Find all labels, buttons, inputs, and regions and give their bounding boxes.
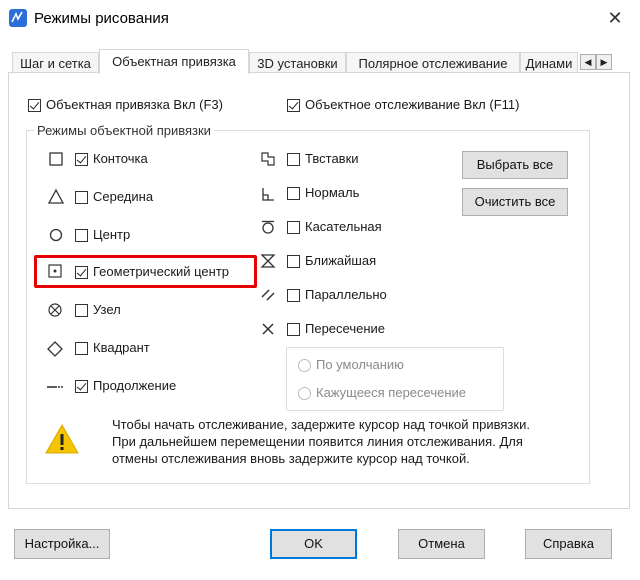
radio-default-label: По умолчанию [316,357,404,372]
close-icon[interactable]: ✕ [604,7,626,29]
node-icon [48,303,62,317]
ok-button[interactable]: OK [270,529,357,559]
mode-checkbox-endpoint[interactable] [75,153,88,166]
app-icon [9,9,27,27]
help-button[interactable]: Справка [525,529,612,559]
tab-3d[interactable]: 3D установки [249,52,346,73]
mode-label-node: Узел [93,302,121,317]
hint-line-3: отмены отслеживания вновь задержите курс… [112,451,470,466]
mode-label-insertion: Твставки [305,151,359,166]
mode-checkbox-quadrant[interactable] [75,342,88,355]
hint-line-2: При дальнейшем перемещении появится лини… [112,434,523,449]
mode-label-intersection: Пересечение [305,321,386,336]
mode-checkbox-nearest[interactable] [287,255,300,268]
triangle-midpoint-icon [47,188,65,204]
snap-on-checkbox[interactable] [28,99,41,112]
mode-checkbox-perpendicular[interactable] [287,187,300,200]
tracking-on-label: Объектное отслеживание Вкл (F11) [305,97,520,112]
extension-icon [47,386,63,388]
window-title: Режимы рисования [34,10,169,27]
diamond-quadrant-icon [47,341,63,357]
tab-object-snap[interactable]: Объектная привязка [99,49,249,74]
circle-center-icon [49,228,63,242]
mode-checkbox-intersection[interactable] [287,323,300,336]
mode-label-quadrant: Квадрант [93,340,150,355]
mode-checkbox-parallel[interactable] [287,289,300,302]
select-all-button[interactable]: Выбрать все [462,151,568,179]
nearest-icon [260,254,276,268]
tab-scroll-left-icon[interactable]: ◀ [580,54,596,70]
group-title: Режимы объектной привязки [34,123,214,138]
tab-polar[interactable]: Полярное отслеживание [346,52,520,73]
tab-dynamic[interactable]: Динами [520,52,578,73]
highlight-box [34,255,257,288]
radio-apparent[interactable] [298,387,311,400]
mode-label-perpendicular: Нормаль [305,185,360,200]
mode-label-endpoint: Конточка [93,151,148,166]
mode-label-nearest: Ближайшая [305,253,377,268]
mode-checkbox-center[interactable] [75,229,88,242]
mode-label-extension: Продолжение [93,378,177,393]
mode-label-center: Центр [93,227,131,242]
settings-button[interactable]: Настройка... [14,529,110,559]
radio-apparent-label: Кажущееся пересечение [316,385,467,400]
radio-default[interactable] [298,359,311,372]
mode-label-midpoint: Середина [93,189,154,204]
mode-label-tangent: Касательная [305,219,382,234]
mode-checkbox-tangent[interactable] [287,221,300,234]
perpendicular-icon [262,188,274,201]
insertion-icon [261,152,275,166]
parallel-icon [261,289,275,301]
intersection-icon [262,323,274,335]
hint-line-1: Чтобы начать отслеживание, задержите кур… [112,417,530,432]
mode-checkbox-extension[interactable] [75,380,88,393]
cancel-button[interactable]: Отмена [398,529,485,559]
mode-label-parallel: Параллельно [305,287,387,302]
clear-all-button[interactable]: Очистить все [462,188,568,216]
mode-checkbox-midpoint[interactable] [75,191,88,204]
tangent-icon [262,220,274,234]
tab-scroll-right-icon[interactable]: ▶ [596,54,612,70]
mode-checkbox-insertion[interactable] [287,153,300,166]
square-endpoint-icon [49,152,63,166]
warning-icon [45,423,79,454]
snap-on-label: Объектная привязка Вкл (F3) [46,97,223,112]
tracking-on-checkbox[interactable] [287,99,300,112]
mode-checkbox-node[interactable] [75,304,88,317]
tab-grid[interactable]: Шаг и сетка [12,52,99,73]
